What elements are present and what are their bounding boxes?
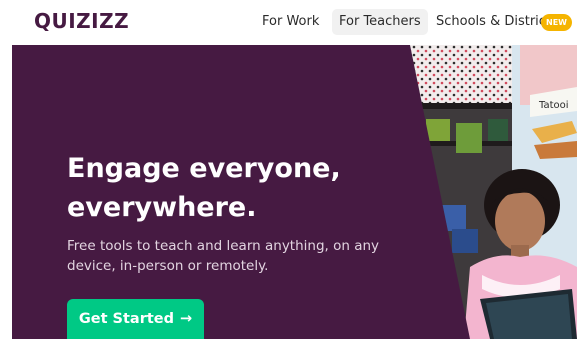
- nav-for-teachers[interactable]: For Teachers: [332, 9, 428, 35]
- get-started-label: Get Started: [78, 311, 174, 327]
- page: QUIZIZZ For Work For Teachers Schools & …: [0, 0, 577, 339]
- arrow-right-icon: →: [180, 311, 193, 327]
- top-navigation-bar: QUIZIZZ For Work For Teachers Schools & …: [0, 0, 577, 45]
- tatooi-sign-text: Tatooi: [538, 100, 569, 111]
- new-badge: NEW: [541, 14, 572, 31]
- hero-subtext: Free tools to teach and learn anything, …: [67, 238, 380, 274]
- hero-section: Tatooi Engage everyone, everywhere. Free…: [12, 45, 577, 339]
- hero-headline: Engage everyone, everywhere.: [67, 153, 341, 223]
- get-started-button[interactable]: Get Started →: [67, 299, 204, 339]
- nav-for-work[interactable]: For Work: [255, 9, 326, 35]
- quizizz-logo[interactable]: QUIZIZZ: [34, 8, 129, 34]
